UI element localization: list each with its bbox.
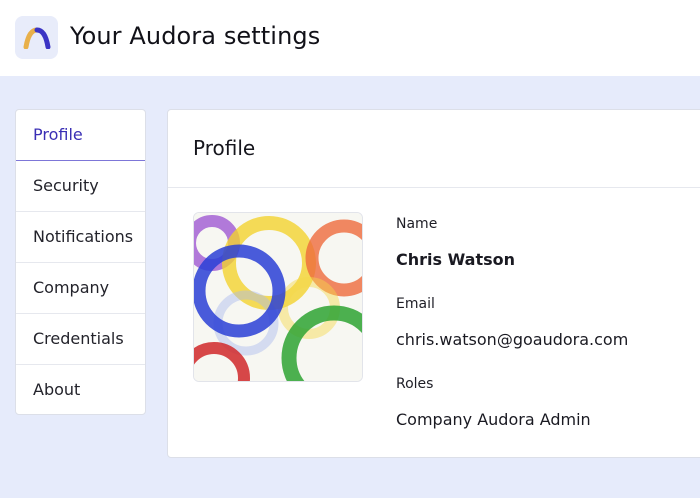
avatar: [193, 212, 363, 382]
sidebar-item-notifications[interactable]: Notifications: [16, 212, 145, 263]
email-value: chris.watson@goaudora.com: [396, 330, 629, 349]
profile-divider: [168, 187, 700, 188]
sidebar-item-company[interactable]: Company: [16, 263, 145, 314]
roles-value: Company Audora Admin: [396, 410, 591, 429]
audora-logo-icon[interactable]: [15, 16, 58, 59]
name-label: Name: [396, 216, 438, 232]
sidebar-item-about[interactable]: About: [16, 365, 145, 414]
sidebar-item-credentials[interactable]: Credentials: [16, 314, 145, 365]
roles-label: Roles: [396, 376, 434, 392]
sidebar-item-profile[interactable]: Profile: [16, 110, 145, 161]
settings-sidebar: Profile Security Notifications Company C…: [15, 109, 146, 415]
sidebar-item-security[interactable]: Security: [16, 161, 145, 212]
profile-title: Profile: [193, 136, 256, 160]
email-label: Email: [396, 296, 435, 312]
app-header: Your Audora settings: [0, 0, 700, 76]
app-title: Your Audora settings: [70, 22, 321, 50]
name-value: Chris Watson: [396, 250, 516, 269]
profile-card: Profile Name Chris Watson Email chris.wa…: [167, 109, 700, 458]
